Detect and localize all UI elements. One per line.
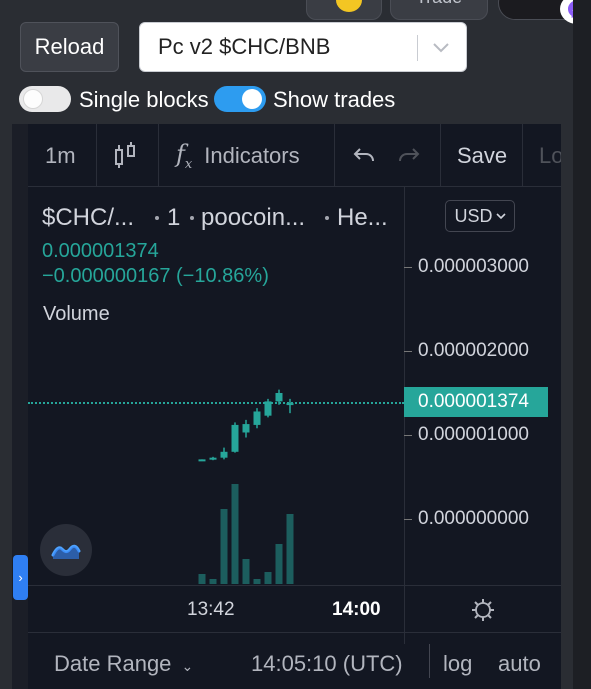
- pair-select[interactable]: Pc v2 $CHC/BNB: [139, 22, 467, 72]
- save-button[interactable]: Save: [457, 124, 507, 187]
- chevron-right-icon: ›: [18, 570, 23, 585]
- candlestick-series: [198, 389, 294, 584]
- reload-button[interactable]: Reload: [20, 22, 119, 72]
- select-separator: [417, 35, 418, 61]
- candle-body: [220, 451, 228, 458]
- x-axis-label: 14:00: [332, 599, 381, 620]
- candle-body: [209, 457, 217, 460]
- volume-bar: [198, 574, 206, 584]
- candle-body: [242, 424, 250, 433]
- single-blocks-toggle[interactable]: [19, 86, 71, 112]
- candle-body: [231, 424, 239, 452]
- currency-label: USD: [454, 205, 493, 226]
- volume-bar: [220, 509, 228, 584]
- candle-body: [275, 393, 283, 402]
- right-edge-strip: [573, 0, 591, 689]
- show-trades-toggle[interactable]: [214, 86, 266, 112]
- settings-gear-icon[interactable]: [471, 598, 495, 627]
- bottom-bar-divider: [12, 632, 561, 633]
- load-button[interactable]: Lo: [539, 124, 561, 187]
- toggle-knob: [242, 89, 262, 109]
- y-axis-label: 0.000000000: [418, 508, 529, 529]
- volume-bar: [286, 514, 294, 584]
- volume-bar: [275, 544, 283, 584]
- chart-left-gutter: [12, 124, 28, 689]
- volume-bar: [209, 579, 217, 584]
- date-range-button[interactable]: Date Range ⌄: [54, 651, 193, 677]
- tradingview-logo[interactable]: [40, 524, 92, 576]
- candle-body: [198, 459, 206, 462]
- volume-bar: [264, 572, 272, 584]
- chart-panel[interactable]: 1m fx Indicators Save Lo $CHC/... 1 pooc…: [12, 124, 561, 689]
- currency-button[interactable]: USD: [445, 200, 515, 232]
- volume-bar: [242, 559, 250, 584]
- candle-body: [286, 403, 294, 406]
- x-axis-label: 13:42: [187, 599, 235, 620]
- y-axis-label: 0.000003000: [418, 256, 529, 277]
- candle-body: [264, 401, 272, 416]
- candle-body: [253, 411, 261, 425]
- time-label[interactable]: 14:05:10 (UTC): [251, 651, 403, 677]
- auto-button[interactable]: auto: [498, 651, 541, 677]
- chevron-down-icon[interactable]: [430, 37, 452, 65]
- log-button[interactable]: log: [443, 651, 472, 677]
- chevron-down-icon: ⌄: [181, 658, 194, 674]
- y-axis-label: 0.000002000: [418, 340, 529, 361]
- chevron-down-icon: [495, 213, 506, 220]
- last-price-label: 0.000001374: [404, 387, 548, 417]
- sidebar-expand-button[interactable]: ›: [13, 555, 28, 600]
- volume-bar: [231, 484, 239, 584]
- volume-bar: [253, 579, 261, 584]
- bottom-separator: [429, 644, 430, 678]
- pair-select-value: Pc v2 $CHC/BNB: [158, 34, 331, 59]
- show-trades-label: Show trades: [273, 87, 396, 112]
- date-range-label: Date Range: [54, 651, 172, 676]
- toggle-knob: [23, 89, 43, 109]
- y-axis-label: 0.000001000: [418, 424, 529, 445]
- single-blocks-label: Single blocks: [79, 87, 209, 112]
- trade-button[interactable]: Trade: [390, 0, 488, 20]
